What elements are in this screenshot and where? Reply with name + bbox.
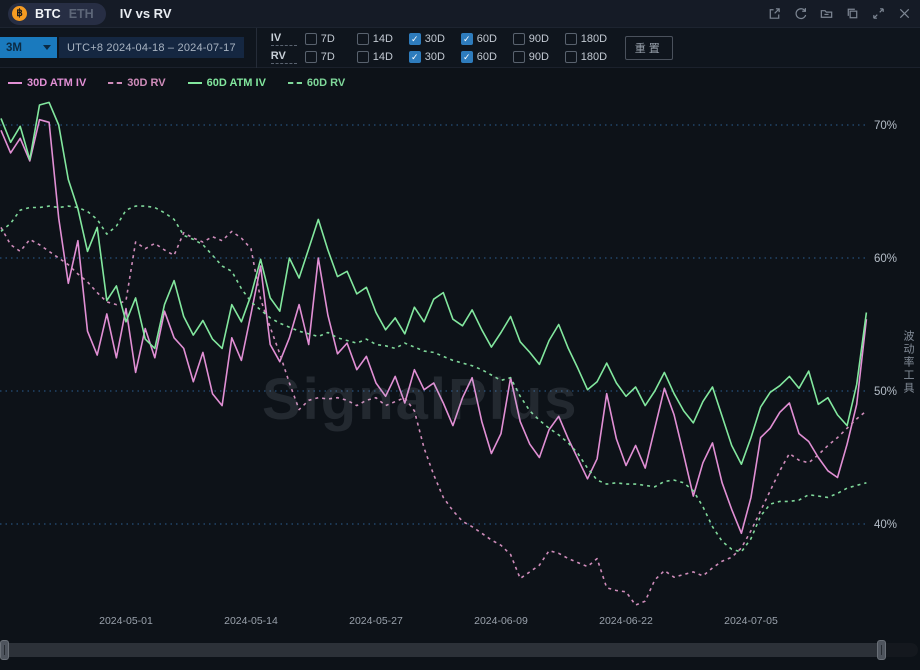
rv-group-label: RV xyxy=(271,50,297,64)
dashed-line-icon xyxy=(288,82,302,84)
refresh-icon[interactable] xyxy=(793,6,808,21)
checkbox-label: 30D xyxy=(425,51,445,63)
checked-checkbox-icon[interactable]: ✓ xyxy=(409,33,421,45)
x-tick-2024-05-27: 2024-05-27 xyxy=(341,615,411,627)
unchecked-checkbox-icon[interactable] xyxy=(565,33,577,45)
series-60d-rv xyxy=(1,206,866,552)
unchecked-checkbox-icon[interactable] xyxy=(305,51,317,63)
unchecked-checkbox-icon[interactable] xyxy=(305,33,317,45)
timeframe-value: 3M xyxy=(6,42,22,54)
checkbox-label: 180D xyxy=(581,33,607,45)
scrollbar-left-handle[interactable] xyxy=(0,640,9,660)
volatility-tools-side-label: 波动率工具 xyxy=(900,330,916,395)
checkbox-label: 14D xyxy=(373,51,393,63)
y-tick-60%: 60% xyxy=(874,253,897,265)
iv-checkbox-180d[interactable]: 180D xyxy=(565,33,615,45)
unchecked-checkbox-icon[interactable] xyxy=(513,51,525,63)
bitcoin-icon: ฿ xyxy=(12,6,27,21)
iv-vs-rv-panel: ฿ BTC ETH IV vs RV 3M UTC+8 2024-04-18 –… xyxy=(0,0,920,670)
checkbox-label: 60D xyxy=(477,33,497,45)
rv-checkbox-7d[interactable]: 7D xyxy=(305,51,349,63)
unchecked-checkbox-icon[interactable] xyxy=(357,33,369,45)
iv-checkbox-60d[interactable]: ✓ 60D xyxy=(461,33,505,45)
titlebar-actions xyxy=(767,6,912,21)
legend-item-60d-rv[interactable]: 60D RV xyxy=(288,77,345,89)
titlebar: ฿ BTC ETH IV vs RV xyxy=(0,0,920,28)
x-tick-2024-05-14: 2024-05-14 xyxy=(216,615,286,627)
iv-row: IV 7D 14D ✓ 30D ✓ 60D 90D 180D xyxy=(271,31,615,46)
reset-button[interactable]: 重置 xyxy=(625,36,673,60)
iv-checkbox-90d[interactable]: 90D xyxy=(513,33,557,45)
y-tick-40%: 40% xyxy=(874,519,897,531)
iv-group-label: IV xyxy=(271,32,297,46)
checkbox-label: 14D xyxy=(373,33,393,45)
page-title: IV vs RV xyxy=(120,6,172,21)
solid-line-icon xyxy=(188,82,202,84)
coin-switch: ฿ BTC ETH xyxy=(8,3,106,25)
unchecked-checkbox-icon[interactable] xyxy=(565,51,577,63)
timeframe-select[interactable]: 3M xyxy=(0,37,57,58)
series-30d-atm-iv xyxy=(1,120,866,534)
legend-item-60d-atm-iv[interactable]: 60D ATM IV xyxy=(188,77,266,89)
checked-checkbox-icon[interactable]: ✓ xyxy=(409,51,421,63)
iv-checkbox-14d[interactable]: 14D xyxy=(357,33,401,45)
chart-canvas[interactable]: 70% 60% 50% 40% xyxy=(0,98,920,610)
checkbox-label: 7D xyxy=(321,51,335,63)
chart-area: 70%60%50%40% SignalPlus 波动率工具 xyxy=(0,98,920,610)
iv-checkbox-30d[interactable]: ✓ 30D xyxy=(409,33,453,45)
x-tick-2024-07-05: 2024-07-05 xyxy=(716,615,786,627)
chart-legend: 30D ATM IV 30D RV 60D ATM IV 60D RV xyxy=(0,68,920,98)
legend-label: 30D RV xyxy=(127,77,165,89)
tenor-checkbox-rows: IV 7D 14D ✓ 30D ✓ 60D 90D 180D RV 7D 14D ✓ 30D ✓ 60D 90D… xyxy=(271,31,615,64)
checkbox-label: 7D xyxy=(321,33,335,45)
date-range-picker[interactable]: UTC+8 2024-04-18 – 2024-07-17 xyxy=(59,37,244,58)
solid-line-icon xyxy=(8,82,22,84)
legend-item-30d-rv[interactable]: 30D RV xyxy=(108,77,165,89)
unchecked-checkbox-icon[interactable] xyxy=(513,33,525,45)
legend-item-30d-atm-iv[interactable]: 30D ATM IV xyxy=(8,77,86,89)
checkbox-label: 60D xyxy=(477,51,497,63)
rv-checkbox-30d[interactable]: ✓ 30D xyxy=(409,51,453,63)
iv-checkbox-7d[interactable]: 7D xyxy=(305,33,349,45)
checkbox-label: 30D xyxy=(425,33,445,45)
tab-eth[interactable]: ETH xyxy=(69,7,94,21)
x-tick-2024-06-09: 2024-06-09 xyxy=(466,615,536,627)
scrollbar-thumb[interactable] xyxy=(4,643,882,657)
checkbox-label: 90D xyxy=(529,51,549,63)
rv-row: RV 7D 14D ✓ 30D ✓ 60D 90D 180D xyxy=(271,49,615,64)
rv-checkbox-180d[interactable]: 180D xyxy=(565,51,615,63)
x-tick-2024-06-22: 2024-06-22 xyxy=(591,615,661,627)
fullscreen-icon[interactable] xyxy=(871,6,886,21)
open-in-new-icon[interactable] xyxy=(767,6,782,21)
checkbox-label: 180D xyxy=(581,51,607,63)
folder-remove-icon[interactable] xyxy=(819,6,834,21)
series-60d-atm-iv xyxy=(1,102,866,464)
series-30d-rv xyxy=(1,227,866,605)
legend-label: 30D ATM IV xyxy=(27,77,86,89)
rv-checkbox-60d[interactable]: ✓ 60D xyxy=(461,51,505,63)
chart-range-scrollbar xyxy=(0,636,920,670)
chevron-down-icon xyxy=(43,45,51,50)
checked-checkbox-icon[interactable]: ✓ xyxy=(461,33,473,45)
toolbar: 3M UTC+8 2024-04-18 – 2024-07-17 IV 7D 14D… xyxy=(0,28,920,68)
x-axis: 2024-05-01 2024-05-14 2024-05-27 2024-06-09… xyxy=(0,610,920,636)
rv-checkbox-14d[interactable]: 14D xyxy=(357,51,401,63)
legend-label: 60D RV xyxy=(307,77,345,89)
legend-label: 60D ATM IV xyxy=(207,77,266,89)
scrollbar-right-handle[interactable] xyxy=(877,640,886,660)
checkbox-label: 90D xyxy=(529,33,549,45)
rv-checkbox-90d[interactable]: 90D xyxy=(513,51,557,63)
dashed-line-icon xyxy=(108,82,122,84)
tab-btc[interactable]: BTC xyxy=(35,7,61,21)
checked-checkbox-icon[interactable]: ✓ xyxy=(461,51,473,63)
unchecked-checkbox-icon[interactable] xyxy=(357,51,369,63)
y-tick-50%: 50% xyxy=(874,386,897,398)
close-icon[interactable] xyxy=(897,6,912,21)
y-tick-70%: 70% xyxy=(874,120,897,132)
tenor-filter-panel: IV 7D 14D ✓ 30D ✓ 60D 90D 180D RV 7D 14D ✓ 30D ✓ 60D 90D… xyxy=(256,28,673,68)
copy-icon[interactable] xyxy=(845,6,860,21)
x-tick-2024-05-01: 2024-05-01 xyxy=(91,615,161,627)
